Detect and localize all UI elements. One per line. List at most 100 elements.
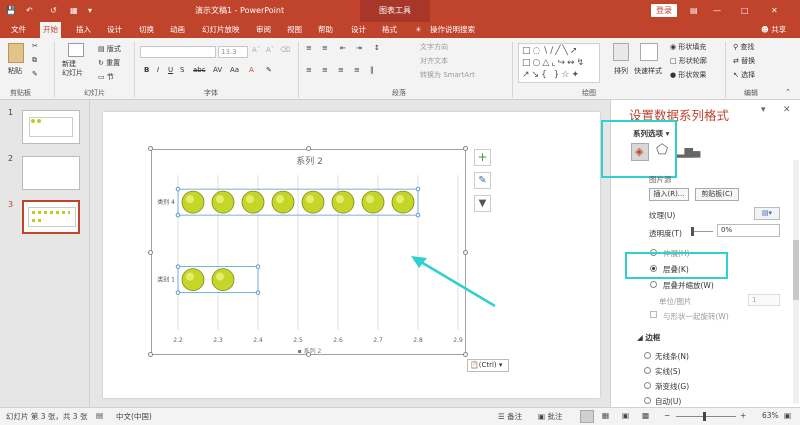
slide-sorter-button[interactable]: ▦ — [602, 411, 609, 420]
comments-button[interactable]: ▣ 批注 — [538, 411, 562, 422]
tab-review[interactable]: 审阅 — [253, 22, 274, 38]
language-status[interactable]: 中文(中国) — [116, 411, 152, 422]
cut-icon[interactable]: ✂ — [32, 42, 38, 50]
border-section-toggle[interactable]: ◢ 边框 — [637, 332, 660, 343]
copy-icon[interactable]: ⧉ — [32, 56, 37, 65]
bar-selection-handle[interactable] — [255, 264, 261, 269]
slide-thumbnail-1[interactable] — [22, 110, 80, 144]
stack-radio[interactable] — [650, 265, 657, 272]
tab-transitions[interactable]: 切换 — [136, 22, 157, 38]
line-spacing-icon[interactable]: ↕ — [374, 44, 380, 52]
redo-icon[interactable]: ↺ — [50, 0, 57, 22]
no-line-radio[interactable] — [644, 352, 651, 359]
reading-view-button[interactable]: ▣ — [622, 411, 629, 420]
series-options-tab-icon[interactable]: ▂▆▄ — [677, 145, 700, 158]
stack-scale-radio[interactable] — [650, 281, 657, 288]
undo-icon[interactable]: ↶ — [26, 0, 33, 22]
share-button[interactable]: ☻ 共享 — [758, 22, 789, 38]
pane-dropdown-icon[interactable]: ▾ — [761, 105, 766, 115]
shape-effects-button[interactable]: ● 形状效果 — [670, 70, 706, 80]
resize-handle[interactable] — [306, 352, 311, 357]
italic-icon[interactable]: I — [157, 66, 159, 74]
select-button[interactable]: ↖ 选择 — [733, 70, 755, 80]
align-center-icon[interactable]: ≡ — [322, 66, 328, 74]
tab-view[interactable]: 视图 — [284, 22, 305, 38]
login-button[interactable]: 登录 — [651, 4, 677, 17]
minimize-icon[interactable]: — — [713, 0, 721, 22]
bar-selection-handle[interactable] — [415, 212, 421, 218]
new-slide-icon[interactable] — [68, 43, 84, 57]
tab-help[interactable]: 帮助 — [315, 22, 336, 38]
bar-selection-handle[interactable] — [175, 186, 181, 192]
chart-styles-button[interactable]: ✎ — [474, 172, 491, 189]
format-painter-icon[interactable]: ✎ — [32, 70, 38, 78]
bar-selection-handle[interactable] — [415, 186, 421, 192]
texture-picker[interactable]: ▤▾ — [754, 207, 780, 220]
units-per-picture-input[interactable]: 1 — [748, 294, 780, 306]
paste-icon[interactable] — [8, 43, 24, 63]
quick-styles-icon[interactable] — [640, 43, 658, 61]
zoom-slider-thumb[interactable] — [703, 412, 706, 421]
tab-file[interactable]: 文件 — [8, 22, 29, 38]
paste-button[interactable]: 粘贴 — [8, 66, 22, 76]
resize-handle[interactable] — [306, 146, 311, 151]
notes-button[interactable]: ☰ 备注 — [498, 411, 522, 422]
save-icon[interactable]: 💾 — [6, 0, 16, 22]
arrange-icon[interactable] — [613, 43, 629, 61]
strikethrough-icon[interactable]: abc — [193, 66, 206, 74]
gradient-line-radio[interactable] — [644, 382, 651, 389]
indent-decrease-icon[interactable]: ⇤ — [340, 44, 346, 52]
tab-animations[interactable]: 动画 — [167, 22, 188, 38]
tab-design[interactable]: 设计 — [104, 22, 125, 38]
indent-increase-icon[interactable]: ⇥ — [356, 44, 362, 52]
bar-selection-handle[interactable] — [255, 290, 261, 295]
resize-handle[interactable] — [148, 146, 153, 151]
arrange-button[interactable]: 排列 — [614, 66, 628, 76]
normal-view-button[interactable] — [580, 410, 594, 423]
align-right-icon[interactable]: ≡ — [338, 66, 344, 74]
font-size-combo[interactable]: 13.3 — [218, 46, 248, 58]
tab-insert[interactable]: 插入 — [73, 22, 94, 38]
shrink-font-icon[interactable]: Aˇ — [266, 46, 274, 54]
highlight-icon[interactable]: ✎ — [266, 66, 272, 74]
clear-format-icon[interactable]: ⌫ — [280, 46, 290, 54]
tell-me-search[interactable]: 操作说明搜索 — [427, 22, 478, 38]
tab-chart-format[interactable]: 格式 — [379, 22, 400, 38]
font-color-icon[interactable]: A — [249, 66, 254, 74]
bold-icon[interactable]: B — [144, 66, 149, 74]
resize-handle[interactable] — [463, 352, 468, 357]
chart-title[interactable]: 系列 2 — [152, 154, 467, 167]
close-icon[interactable]: ✕ — [771, 0, 778, 22]
bar-selection-handle[interactable] — [175, 212, 181, 218]
start-icon[interactable]: ▦ — [70, 0, 78, 22]
rotate-with-shape-checkbox[interactable] — [650, 311, 657, 318]
resize-handle[interactable] — [148, 250, 153, 255]
align-text-button[interactable]: 对齐文本 — [420, 56, 448, 66]
replace-button[interactable]: ⇄ 替换 — [733, 56, 755, 66]
ribbon-options-icon[interactable]: ▤ — [690, 0, 698, 22]
pane-scrollbar[interactable] — [793, 160, 799, 404]
layout-button[interactable]: ▤ 版式 — [98, 44, 121, 54]
bar-selection-handle[interactable] — [175, 290, 181, 295]
bullets-icon[interactable]: ≡ — [306, 44, 312, 52]
series-options-dropdown[interactable]: 系列选项 ▾ — [633, 128, 669, 139]
section-button[interactable]: ▭ 节 — [98, 72, 114, 82]
find-button[interactable]: ⚲ 查找 — [733, 42, 754, 52]
slide-thumbnail-3[interactable] — [22, 200, 80, 234]
char-spacing-icon[interactable]: AV — [213, 66, 222, 74]
clipboard-picture-button[interactable]: 剪贴板(C) — [695, 188, 739, 201]
tab-chart-design[interactable]: 设计 — [348, 22, 369, 38]
slideshow-button[interactable]: ▩ — [642, 411, 649, 420]
transparency-slider[interactable] — [691, 231, 713, 232]
transparency-slider-thumb[interactable] — [691, 227, 694, 236]
font-name-combo[interactable] — [140, 46, 216, 58]
shadow-icon[interactable]: S — [180, 66, 184, 74]
chart-filters-button[interactable]: ▼ — [474, 195, 491, 212]
numbering-icon[interactable]: ≡ — [322, 44, 328, 52]
justify-icon[interactable]: ≡ — [354, 66, 360, 74]
slide-canvas[interactable]: 2.2 2.3 2.4 2.5 2.6 2.7 2.8 2.9 类别 4 类别 1 系列 2 ▪ … — [103, 112, 600, 398]
slide-thumbnail-2[interactable] — [22, 156, 80, 190]
maximize-icon[interactable]: □ — [741, 0, 749, 22]
quick-styles-button[interactable]: 快速样式 — [634, 66, 662, 76]
underline-icon[interactable]: U — [168, 66, 173, 74]
